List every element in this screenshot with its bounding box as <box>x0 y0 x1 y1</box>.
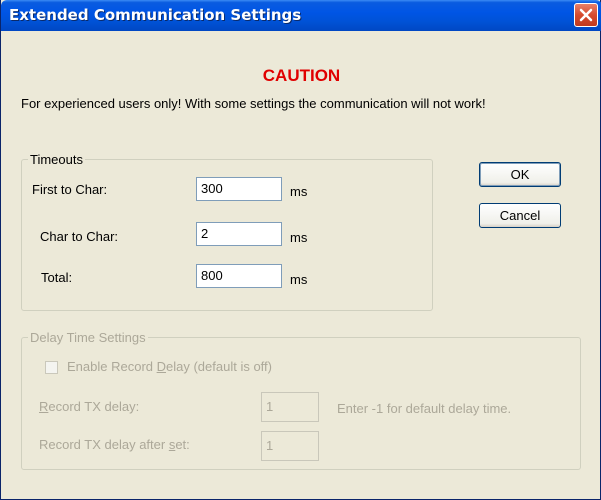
ok-button[interactable]: OK <box>479 162 561 187</box>
title-bar[interactable]: Extended Communication Settings <box>1 0 601 31</box>
record-tx-delay-after-set-label: Record TX delay after set: <box>39 437 190 452</box>
first-to-char-unit: ms <box>290 184 308 199</box>
char-to-char-unit: ms <box>290 230 308 245</box>
first-to-char-label: First to Char: <box>32 182 108 197</box>
caution-heading: CAUTION <box>262 66 341 85</box>
enable-record-delay-checkbox[interactable] <box>45 361 58 374</box>
first-to-char-input[interactable]: 300 <box>196 177 282 201</box>
close-icon <box>579 8 593 22</box>
timeouts-legend: Timeouts <box>30 152 83 167</box>
record-tx-delay-after-set-input[interactable]: 1 <box>261 431 319 461</box>
cancel-button[interactable]: Cancel <box>479 203 561 228</box>
dialog-window: Extended Communication Settings CAUTION … <box>0 0 601 500</box>
default-delay-hint: Enter -1 for default delay time. <box>337 401 512 416</box>
total-input[interactable]: 800 <box>196 264 282 288</box>
enable-record-delay-label: Enable Record Delay (default is off) <box>67 359 272 374</box>
delay-time-legend: Delay Time Settings <box>30 330 146 345</box>
record-tx-delay-input[interactable]: 1 <box>261 392 319 422</box>
char-to-char-label: Char to Char: <box>40 229 119 244</box>
close-button[interactable] <box>574 3 598 27</box>
window-title: Extended Communication Settings <box>9 6 302 24</box>
record-tx-delay-label: Record TX delay: <box>39 399 140 414</box>
total-label: Total: <box>41 270 73 285</box>
warning-text: For experienced users only! With some se… <box>21 96 486 111</box>
total-unit: ms <box>290 272 308 287</box>
char-to-char-input[interactable]: 2 <box>196 222 282 246</box>
